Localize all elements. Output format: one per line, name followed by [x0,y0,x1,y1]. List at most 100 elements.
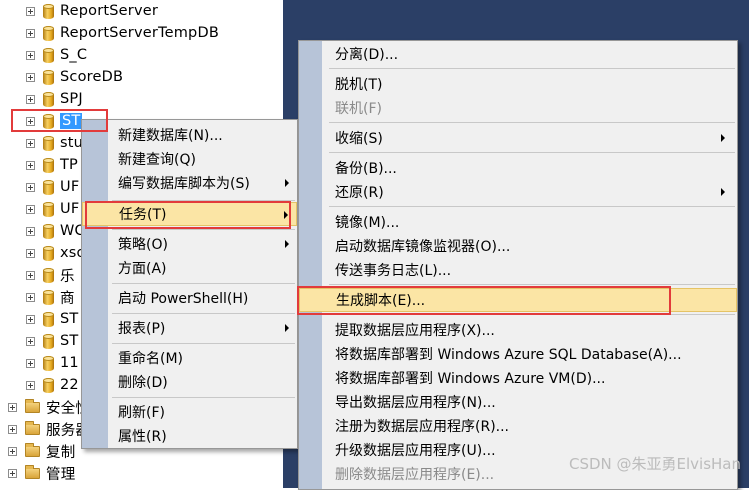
expand-icon[interactable] [26,94,35,104]
menu-item-label: 报表(P) [118,321,166,337]
expand-icon[interactable] [26,28,35,38]
expand-icon[interactable] [26,336,35,346]
tree-item[interactable]: 乐 [26,264,75,286]
menu-item[interactable]: 属性(R) [82,424,297,448]
menu-item[interactable]: 启动数据库镜像监视器(O)... [299,234,737,258]
folder-icon [25,398,40,413]
tree-item[interactable]: ScoreDB [26,66,123,88]
tree-item[interactable]: stu [26,132,83,154]
database-icon [43,179,54,195]
menu-item[interactable]: 生成脚本(E)... [299,288,737,312]
menu-item-label: 新建数据库(N)... [118,128,223,144]
tree-item[interactable]: 服务器 [8,418,90,440]
menu-item-label: 收缩(S) [335,131,383,147]
expand-icon[interactable] [8,468,17,478]
expand-icon[interactable] [26,160,35,170]
tree-item-label: ScoreDB [60,69,124,85]
menu-separator [329,68,735,69]
database-icon [43,135,54,151]
expand-icon[interactable] [26,226,35,236]
folder-icon [25,442,40,457]
expand-icon[interactable] [26,204,35,214]
expand-icon[interactable] [8,446,17,456]
expand-icon[interactable] [26,270,35,280]
tree-item[interactable]: 11 [26,352,79,374]
expand-icon[interactable] [26,72,35,82]
submenu-arrow-icon [285,324,289,332]
menu-separator [329,152,735,153]
menu-item-label: 还原(R) [335,185,384,201]
menu-item[interactable]: 策略(O) [82,232,297,256]
menu-item[interactable]: 新建数据库(N)... [82,123,297,147]
tree-item[interactable]: 22 [26,374,79,396]
expand-icon[interactable] [26,358,35,368]
menu-item[interactable]: 分离(D)... [299,42,737,66]
menu-item[interactable]: 新建查询(Q) [82,147,297,171]
menu-item[interactable]: 重命名(M) [82,346,297,370]
menu-item-label: 属性(R) [118,429,167,445]
menu-item[interactable]: 还原(R) [299,180,737,204]
menu-item[interactable]: 方面(A) [82,256,297,280]
menu-item[interactable]: 收缩(S) [299,126,737,150]
tree-item[interactable]: UF [26,176,79,198]
expand-icon[interactable] [26,116,35,126]
menu-item[interactable]: 镜像(M)... [299,210,737,234]
expand-icon[interactable] [26,380,35,390]
expand-icon[interactable] [26,138,35,148]
menu-item-label: 删除数据层应用程序(E)... [335,467,495,483]
expand-icon[interactable] [26,314,35,324]
menu-item[interactable]: 报表(P) [82,316,297,340]
menu-item[interactable]: 传送事务日志(L)... [299,258,737,282]
tree-item[interactable]: ST [26,110,83,132]
menu-item-label: 传送事务日志(L)... [335,263,452,279]
tree-item-label: ST [60,333,79,349]
tree-item-label: 复制 [46,444,76,461]
expand-icon[interactable] [26,6,35,16]
tree-item[interactable]: UF [26,198,79,220]
tree-item[interactable]: ReportServerTempDB [26,22,219,44]
tree-item[interactable]: 管理 [8,462,75,484]
database-context-menu: 新建数据库(N)... 新建查询(Q) 编写数据库脚本为(S) 任务(T) 策略(O) 方… [81,119,298,449]
database-icon [43,333,54,349]
database-icon [43,201,54,217]
expand-icon[interactable] [26,50,35,60]
tree-item-label: UF [60,179,80,195]
submenu-arrow-icon [721,188,725,196]
menu-item-label: 启动 PowerShell(H) [118,291,249,307]
expand-icon[interactable] [26,182,35,192]
expand-icon[interactable] [26,248,35,258]
tree-item-label: S_C [60,47,88,63]
tree-item[interactable]: ReportServer [26,0,158,22]
menu-item[interactable]: 将数据库部署到 Windows Azure VM(D)... [299,366,737,390]
database-icon [43,267,54,283]
menu-item[interactable]: 编写数据库脚本为(S) [82,171,297,195]
menu-item: 联机(F) [299,96,737,120]
tree-item[interactable]: 安全性 [8,396,90,418]
menu-item-label: 将数据库部署到 Windows Azure SQL Database(A)... [335,347,682,363]
menu-item[interactable]: 脱机(T) [299,72,737,96]
menu-item[interactable]: 刷新(F) [82,400,297,424]
expand-icon[interactable] [26,292,35,302]
menu-item[interactable]: 删除(D) [82,370,297,394]
tree-item[interactable]: 复制 [8,440,75,462]
menu-item[interactable]: 提取数据层应用程序(X)... [299,318,737,342]
menu-item[interactable]: 将数据库部署到 Windows Azure SQL Database(A)... [299,342,737,366]
tree-item[interactable]: ST [26,330,78,352]
menu-item[interactable]: 备份(B)... [299,156,737,180]
tree-item[interactable]: S_C [26,44,87,66]
menu-separator [112,397,295,398]
tree-item[interactable]: xso [26,242,86,264]
expand-icon[interactable] [8,402,17,412]
database-icon [43,311,54,327]
menu-item-label: 方面(A) [118,261,167,277]
menu-item[interactable]: 注册为数据层应用程序(R)... [299,414,737,438]
tree-item[interactable]: TP [26,154,78,176]
menu-item[interactable]: 任务(T) [82,202,297,226]
tree-item[interactable]: WC [26,220,85,242]
menu-item[interactable]: 导出数据层应用程序(N)... [299,390,737,414]
tree-item[interactable]: ST [26,308,78,330]
expand-icon[interactable] [8,424,17,434]
tree-item[interactable]: SPJ [26,88,83,110]
tree-item[interactable]: 商 [26,286,75,308]
menu-item[interactable]: 启动 PowerShell(H) [82,286,297,310]
